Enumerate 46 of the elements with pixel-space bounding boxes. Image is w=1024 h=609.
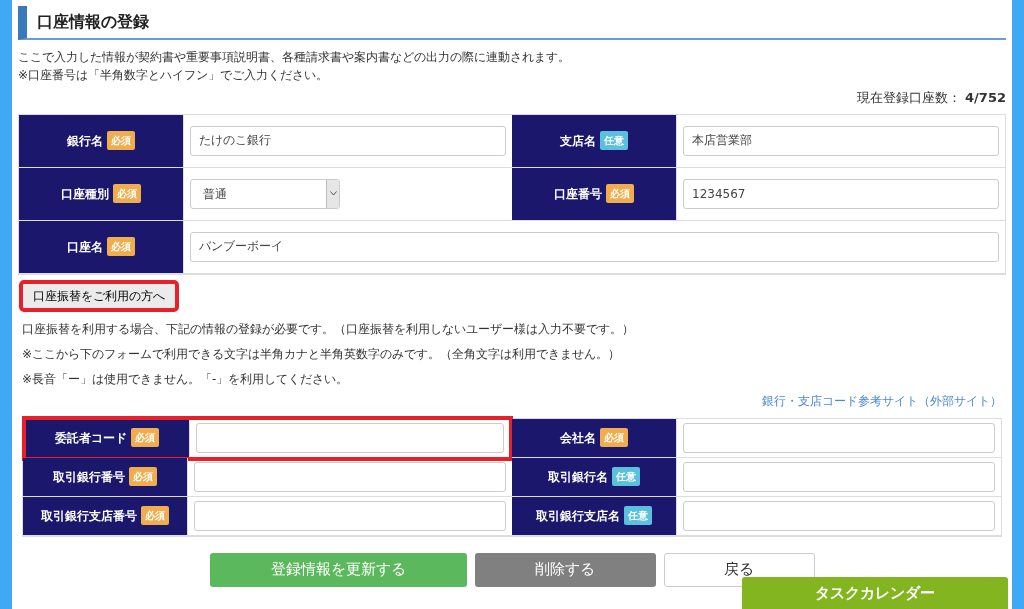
required-badge: 必須 (600, 428, 628, 447)
field-label: 取引銀行支店番号 (41, 507, 137, 525)
notice-text: ここで入力した情報が契約書や重要事項説明書、各種請求書や案内書などの出力の際に連動されます。 (18, 49, 571, 66)
count-label: 現在登録口座数： (857, 90, 962, 105)
required-badge: 必須 (107, 131, 135, 150)
input-field[interactable] (194, 461, 506, 492)
input-field[interactable] (194, 500, 506, 531)
input-field[interactable] (683, 422, 995, 453)
reference-link[interactable]: 銀行・支店コード参考サイト（外部サイト） (762, 393, 1002, 408)
required-badge: 必須 (606, 184, 634, 203)
input-field[interactable]: 1234567 (683, 178, 999, 209)
required-badge: 必須 (107, 237, 135, 256)
input-field[interactable] (196, 422, 504, 453)
input-field[interactable]: 本店営業部 (683, 125, 999, 156)
select-field[interactable]: 普通 (190, 178, 340, 209)
optional-badge: 任意 (600, 131, 628, 150)
optional-badge: 任意 (624, 506, 652, 525)
count-value: 4/752 (965, 90, 1006, 105)
notice-text: ※ここから下のフォームで利用できる文字は半角カナと半角英数字のみです。（全角文字は利用できません。） (22, 345, 622, 363)
field-label: 口座番号 (554, 185, 602, 203)
input-field[interactable] (683, 500, 995, 531)
field-label: 口座種別 (61, 185, 109, 203)
transfer-info-button[interactable]: 口座振替をご利用の方へ (22, 282, 176, 309)
field-label: 取引銀行名 (548, 468, 608, 486)
required-badge: 必須 (113, 184, 141, 203)
delete-button[interactable]: 削除する (474, 552, 656, 587)
optional-badge: 任意 (612, 467, 640, 486)
input-field[interactable]: バンブーボーイ (190, 231, 999, 262)
field-label: 取引銀行支店名 (536, 507, 620, 525)
field-label: 口座名 (67, 238, 103, 256)
field-label: 支店名 (560, 132, 596, 150)
notice-text: 口座振替を利用する場合、下記の情報の登録が必要です。（口座振替を利用しないユーザー様は入力不要です。） (22, 320, 635, 338)
required-badge: 必須 (129, 467, 157, 486)
input-field[interactable] (683, 461, 995, 492)
field-label: 委託者コード (55, 429, 127, 447)
field-label: 取引銀行番号 (53, 468, 125, 486)
select-value: 普通 (203, 185, 227, 203)
notice-text: ※長音「ー」は使用できません。「-」を利用してください。 (22, 370, 350, 388)
input-field[interactable]: たけのこ銀行 (190, 125, 506, 156)
notice-text: ※口座番号は「半角数字とハイフン」でご入力ください。 (18, 67, 330, 84)
required-badge: 必須 (141, 506, 169, 525)
page-title: 口座情報の登録 (18, 6, 1006, 40)
field-label: 銀行名 (67, 132, 103, 150)
field-label: 会社名 (560, 429, 596, 447)
required-badge: 必須 (131, 428, 159, 447)
dropdown-caret-icon (329, 191, 337, 196)
